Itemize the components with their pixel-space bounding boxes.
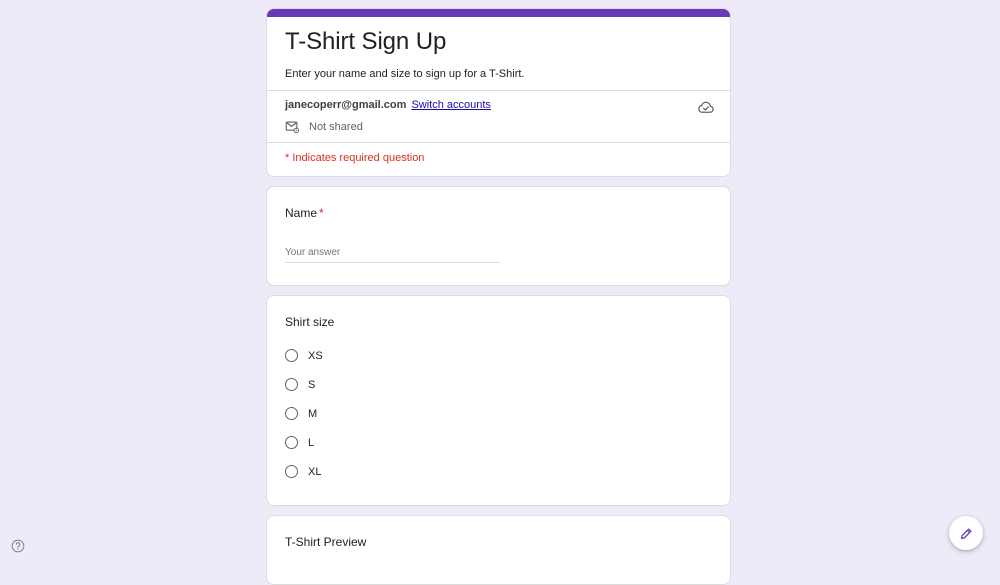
radio-button[interactable]	[285, 436, 298, 449]
section-title-preview: T-Shirt Preview	[285, 535, 367, 549]
radio-button[interactable]	[285, 465, 298, 478]
sharing-status: Not shared	[285, 120, 363, 134]
required-note: * Indicates required question	[285, 152, 425, 164]
account-email: janecoperr@gmail.com	[285, 99, 407, 111]
radio-option-l[interactable]: L	[285, 436, 314, 449]
radio-button[interactable]	[285, 349, 298, 362]
form-title: T-Shirt Sign Up	[285, 28, 447, 55]
question-card-shirt-size: Shirt size XS S M L XL	[266, 295, 731, 506]
required-asterisk: *	[319, 206, 324, 220]
edit-response-button[interactable]	[949, 516, 983, 550]
radio-button[interactable]	[285, 407, 298, 420]
question-title-shirt-size: Shirt size	[285, 315, 335, 329]
switch-accounts-link[interactable]: Switch accounts	[411, 99, 490, 111]
divider	[267, 90, 730, 91]
radio-option-xl[interactable]: XL	[285, 465, 321, 478]
accent-bar	[267, 9, 730, 17]
option-label: S	[308, 378, 316, 391]
option-label: M	[308, 407, 318, 420]
account-row: janecoperr@gmail.com Switch accounts	[285, 99, 491, 111]
cloud-icon[interactable]	[697, 98, 715, 116]
name-input[interactable]	[285, 245, 500, 263]
section-card-preview: T-Shirt Preview	[266, 515, 731, 585]
radio-button[interactable]	[285, 378, 298, 391]
divider	[267, 142, 730, 143]
question-label: Name	[285, 206, 318, 220]
radio-option-m[interactable]: M	[285, 407, 317, 420]
mail-icon	[285, 121, 299, 134]
question-card-name: Name *	[266, 186, 731, 286]
form-header-card: T-Shirt Sign Up Enter your name and size…	[266, 8, 731, 177]
shared-status-text: Not shared	[309, 121, 363, 133]
form-description: Enter your name and size to sign up for …	[285, 68, 525, 80]
radio-option-s[interactable]: S	[285, 378, 315, 391]
radio-option-xs[interactable]: XS	[285, 349, 323, 362]
help-icon[interactable]	[11, 539, 25, 553]
pencil-icon	[960, 528, 971, 539]
option-label: L	[308, 436, 315, 449]
option-label: XS	[308, 349, 323, 362]
question-title-name: Name *	[285, 206, 324, 220]
option-label: XL	[308, 465, 322, 478]
